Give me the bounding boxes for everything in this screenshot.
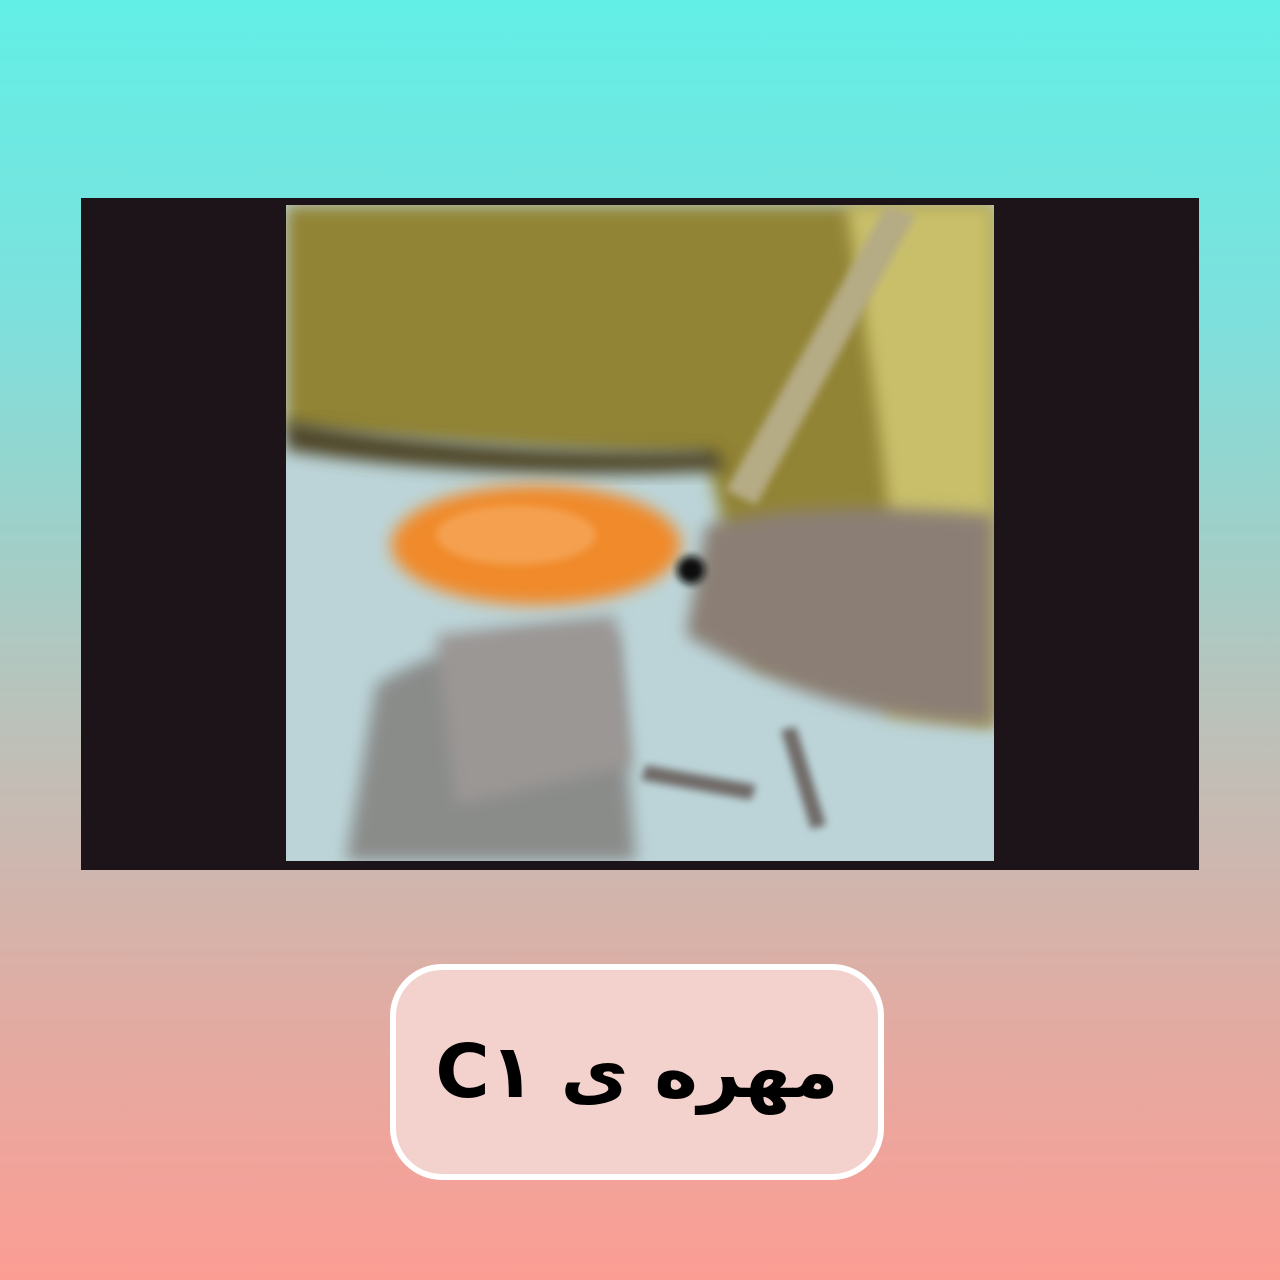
- caption-text: مهره ی C۱: [435, 1029, 839, 1115]
- xray-image-art: [286, 205, 994, 861]
- caption-box: مهره ی C۱: [390, 964, 884, 1180]
- xray-image: [286, 205, 994, 861]
- video-frame: [81, 198, 1199, 870]
